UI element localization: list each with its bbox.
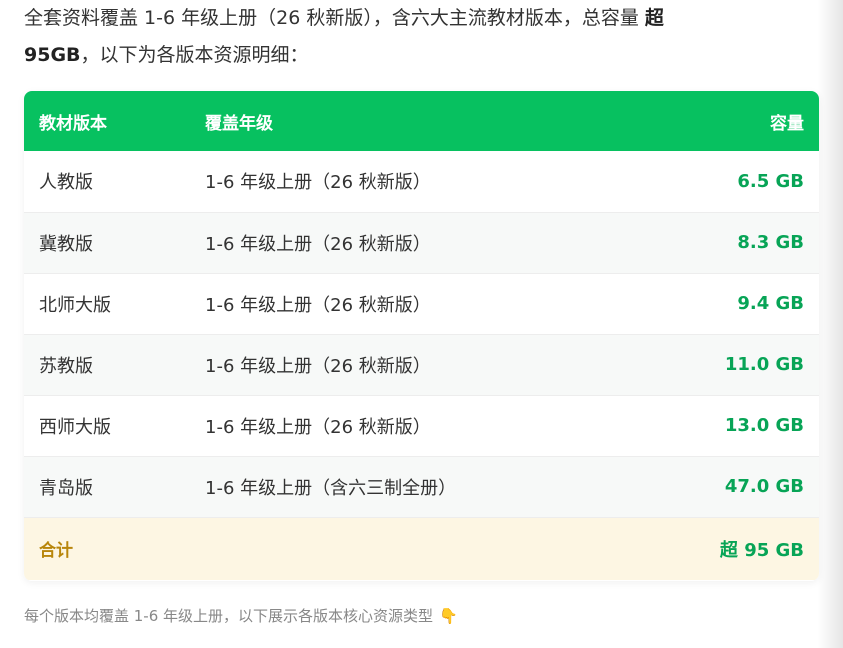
edition-cell: 冀教版: [24, 212, 190, 274]
edition-cell: 青岛版: [24, 456, 190, 518]
intro-paragraph: 全套资料覆盖 1-6 年级上册（26 秋新版），含六大主流教材版本，总容量 超 9…: [24, 0, 764, 74]
grades-cell: 1-6 年级上册（26 秋新版）: [190, 334, 660, 396]
footnote: 每个版本均覆盖 1-6 年级上册，以下展示各版本核心资源类型 👇: [24, 604, 458, 628]
table-header: 教材版本 覆盖年级 容量: [24, 91, 819, 151]
grades-cell: 1-6 年级上册（26 秋新版）: [190, 273, 660, 335]
total-row: 合计 超 95 GB: [24, 517, 819, 580]
intro-bold-prefix: 超: [644, 7, 664, 29]
table-row: 北师大版 1-6 年级上册（26 秋新版） 9.4 GB: [24, 273, 819, 335]
table-row: 人教版 1-6 年级上册（26 秋新版） 6.5 GB: [24, 151, 819, 213]
grades-cell: 1-6 年级上册（26 秋新版）: [190, 212, 660, 274]
header-capacity: 容量: [770, 113, 804, 134]
table-row: 苏教版 1-6 年级上册（26 秋新版） 11.0 GB: [24, 334, 819, 396]
table-row: 青岛版 1-6 年级上册（含六三制全册） 47.0 GB: [24, 456, 819, 518]
capacity-cell: 13.0 GB: [660, 395, 819, 457]
total-spacer: [190, 517, 660, 580]
capacity-cell: 8.3 GB: [660, 212, 819, 274]
right-edge-shadow: [817, 0, 843, 648]
header-edition: 教材版本: [39, 113, 107, 134]
capacity-cell: 9.4 GB: [660, 273, 819, 335]
capacity-cell: 47.0 GB: [660, 456, 819, 518]
capacity-cell: 11.0 GB: [660, 334, 819, 396]
pointing-down-icon: 👇: [439, 607, 458, 625]
grades-cell: 1-6 年级上册（26 秋新版）: [190, 151, 660, 213]
edition-cell: 苏教版: [24, 334, 190, 396]
grades-cell: 1-6 年级上册（含六三制全册）: [190, 456, 660, 518]
table-row: 西师大版 1-6 年级上册（26 秋新版） 13.0 GB: [24, 395, 819, 457]
resource-table-card: 教材版本 覆盖年级 容量 人教版 1-6 年级上册（26 秋新版） 6.5 GB…: [24, 91, 819, 581]
resource-table: 教材版本 覆盖年级 容量 人教版 1-6 年级上册（26 秋新版） 6.5 GB…: [24, 91, 819, 580]
header-grades: 覆盖年级: [205, 113, 273, 134]
table-row: 冀教版 1-6 年级上册（26 秋新版） 8.3 GB: [24, 212, 819, 274]
intro-text-tail: ，以下为各版本资源明细：: [80, 44, 309, 66]
intro-bold-size: 95GB: [24, 44, 81, 66]
grades-cell: 1-6 年级上册（26 秋新版）: [190, 395, 660, 457]
total-capacity: 超 95 GB: [719, 539, 804, 561]
capacity-cell: 6.5 GB: [660, 151, 819, 213]
total-label: 合计: [39, 541, 73, 562]
footnote-text: 每个版本均覆盖 1-6 年级上册，以下展示各版本核心资源类型: [24, 607, 434, 625]
intro-text: 全套资料覆盖 1-6 年级上册（26 秋新版），含六大主流教材版本，总容量: [24, 7, 645, 29]
edition-cell: 人教版: [24, 151, 190, 213]
edition-cell: 北师大版: [24, 273, 190, 335]
edition-cell: 西师大版: [24, 395, 190, 457]
